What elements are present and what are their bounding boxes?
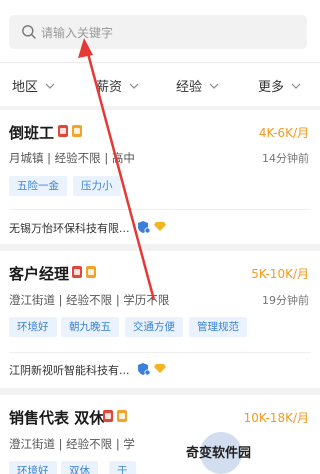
job-title: 倒班工 <box>9 124 55 142</box>
filter-region[interactable]: 地区 <box>12 76 55 95</box>
filter-label: 更多 <box>258 80 285 95</box>
diamond-icon <box>154 364 166 373</box>
job-meta: 月城镇 | 经验不限 | 高中 <box>9 151 135 165</box>
search-icon <box>22 25 36 39</box>
job-tag: 交通方便 <box>125 317 183 337</box>
job-tag: 双休 <box>61 461 98 474</box>
filter-more[interactable]: 更多 <box>258 76 301 95</box>
filter-experience[interactable]: 经验 <box>176 76 219 95</box>
diamond-icon <box>154 222 166 231</box>
divider <box>9 209 311 210</box>
badge-gold-icon <box>117 410 127 422</box>
company-name[interactable]: 无锡万怡环保科技有限... <box>9 220 130 236</box>
filter-label: 薪资 <box>96 80 123 95</box>
job-post-time: 14分钟前 <box>262 152 309 165</box>
job-title: 客户经理 <box>9 265 70 283</box>
chevron-down-icon <box>209 83 219 89</box>
badge-red-icon <box>58 125 68 137</box>
filter-bar: 地区 薪资 经验 更多 <box>0 62 320 106</box>
job-card[interactable]: 倒班工 4K-6K/月 月城镇 | 经验不限 | 高中 14分钟前 五险一金 压… <box>0 110 320 244</box>
job-tag: 五险一金 <box>9 176 67 196</box>
job-tag: 环境好 <box>9 317 57 337</box>
job-meta: 澄江街道 | 经验不限 | 学 <box>9 437 135 451</box>
search-placeholder: 请输入关键字 <box>41 26 114 40</box>
job-card[interactable]: 销售代表 双休 10K-18K/月 澄江街道 | 经验不限 | 学 环境好 双休… <box>0 395 320 474</box>
job-salary: 10K-18K/月 <box>243 411 309 425</box>
chevron-down-icon <box>45 83 55 89</box>
search-input[interactable]: 请输入关键字 <box>9 15 307 49</box>
chevron-down-icon <box>129 83 139 89</box>
job-tag: 于 <box>109 461 136 474</box>
job-title: 销售代表 双休 <box>9 409 105 427</box>
verified-icon <box>138 363 151 376</box>
verified-icon <box>138 221 151 234</box>
filter-salary[interactable]: 薪资 <box>96 76 139 95</box>
job-card[interactable]: 客户经理 5K-10K/月 澄江街道 | 经验不限 | 学历不限 19分钟前 环… <box>0 251 320 388</box>
search-header: 请输入关键字 <box>0 0 320 62</box>
company-name[interactable]: 江阴新视听智能科技有... <box>9 362 130 378</box>
job-tag: 环境好 <box>9 461 57 474</box>
job-salary: 5K-10K/月 <box>251 267 309 281</box>
job-salary: 4K-6K/月 <box>258 126 309 140</box>
badge-gold-icon <box>86 266 96 278</box>
badge-gold-icon <box>72 125 82 137</box>
watermark-logo: 奇变软件园 <box>186 432 264 474</box>
job-post-time: 19分钟前 <box>262 294 309 307</box>
chevron-down-icon <box>291 83 301 89</box>
badge-red-icon <box>103 410 113 422</box>
filter-label: 地区 <box>12 80 39 95</box>
watermark-text: 奇变软件园 <box>186 446 252 461</box>
job-tag: 管理规范 <box>189 317 247 337</box>
filter-label: 经验 <box>176 80 203 95</box>
divider <box>9 352 311 353</box>
job-tag: 压力小 <box>73 176 121 196</box>
job-tag: 朝九晚五 <box>61 317 119 337</box>
job-meta: 澄江街道 | 经验不限 | 学历不限 <box>9 293 170 307</box>
badge-red-icon <box>72 266 82 278</box>
